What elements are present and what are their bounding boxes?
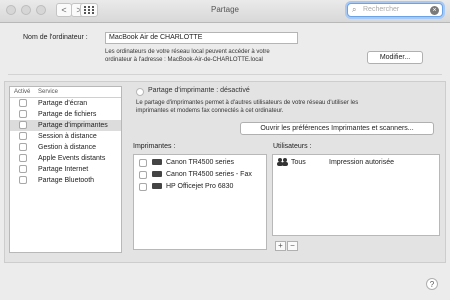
service-row-file-sharing[interactable]: Partage de fichiers [10, 109, 121, 120]
header-service: Service [38, 89, 59, 95]
search-icon: ⌕ [352, 5, 357, 14]
service-row-printer-sharing[interactable]: Partage d'imprimantes [10, 120, 121, 131]
service-row-remote-apple-events[interactable]: Apple Events distants [10, 153, 121, 164]
service-checkbox[interactable] [19, 143, 27, 151]
service-label: Partage d'imprimantes [38, 122, 108, 129]
info-line-1: Les ordinateurs de votre réseau local pe… [105, 49, 270, 55]
open-printers-prefs-button[interactable]: Ouvrir les préférences Imprimantes et sc… [240, 122, 434, 135]
printer-checkbox[interactable] [139, 171, 147, 179]
window-title: Partage [210, 5, 240, 14]
fax-icon [152, 171, 162, 177]
printer-checkbox[interactable] [139, 183, 147, 191]
info-line-2: ordinateur à l'adresse : MacBook-Air-de-… [105, 57, 263, 63]
service-checkbox[interactable] [19, 176, 27, 184]
printer-row[interactable]: Canon TR4500 series - Fax [134, 169, 266, 181]
computer-name-input[interactable]: MacBook Air de CHARLOTTE [105, 32, 298, 44]
service-checkbox[interactable] [19, 110, 27, 118]
divider [8, 74, 442, 75]
printer-checkbox[interactable] [139, 159, 147, 167]
desc-line-2: imprimantes et modems fax connectés à ce… [136, 108, 284, 114]
service-label: Gestion à distance [38, 144, 96, 151]
user-name: Tous [291, 159, 306, 166]
service-row-internet-sharing[interactable]: Partage Internet [10, 164, 121, 175]
service-label: Session à distance [38, 133, 97, 140]
grid-icon [84, 6, 94, 14]
printer-sharing-description: Le partage d'imprimantes permet à d'autr… [136, 99, 406, 115]
service-label: Partage Bluetooth [38, 177, 95, 184]
printer-name: HP Officejet Pro 6830 [166, 183, 234, 190]
printer-sharing-status: Partage d'imprimante : désactivé [148, 87, 250, 94]
search-field[interactable]: ⌕ Rechercher × [347, 3, 443, 17]
service-row-bluetooth-sharing[interactable]: Partage Bluetooth [10, 175, 121, 186]
computer-name-label: Nom de l'ordinateur : [23, 34, 88, 41]
service-list: Activé Service Partage d'écran Partage d… [9, 86, 122, 253]
modify-button[interactable]: Modifier... [367, 51, 423, 64]
service-checkbox[interactable] [19, 121, 27, 129]
service-checkbox[interactable] [19, 165, 27, 173]
printers-label: Imprimantes : [133, 143, 176, 150]
printer-icon [152, 159, 162, 165]
zoom-button[interactable] [36, 5, 46, 15]
service-checkbox[interactable] [19, 154, 27, 162]
search-placeholder: Rechercher [363, 6, 400, 13]
users-icon [277, 158, 288, 166]
service-label: Partage Internet [38, 166, 89, 173]
printer-icon [152, 183, 162, 189]
title-bar: < > Partage ⌕ Rechercher × [0, 0, 450, 23]
printer-name: Canon TR4500 series [166, 159, 234, 166]
printer-row[interactable]: HP Officejet Pro 6830 [134, 181, 266, 193]
printers-table: Canon TR4500 series Canon TR4500 series … [133, 154, 267, 250]
service-checkbox[interactable] [19, 132, 27, 140]
service-checkbox[interactable] [19, 99, 27, 107]
network-address-info: Les ordinateurs de votre réseau local pe… [105, 48, 345, 64]
minimize-button[interactable] [21, 5, 31, 15]
printer-row[interactable]: Canon TR4500 series [134, 157, 266, 169]
printer-name: Canon TR4500 series - Fax [166, 171, 252, 178]
service-list-header: Activé Service [10, 87, 121, 98]
help-button[interactable]: ? [426, 278, 438, 290]
remove-user-button[interactable]: − [287, 241, 298, 251]
service-row-screen-sharing[interactable]: Partage d'écran [10, 98, 121, 109]
clear-search-icon[interactable]: × [430, 6, 439, 15]
service-label: Partage de fichiers [38, 111, 97, 118]
back-button[interactable]: < [56, 3, 72, 17]
add-user-button[interactable]: + [275, 241, 286, 251]
desc-line-1: Le partage d'imprimantes permet à d'autr… [136, 100, 359, 106]
service-label: Apple Events distants [38, 155, 106, 162]
users-table: Tous Impression autorisée [272, 154, 440, 236]
service-row-remote-management[interactable]: Gestion à distance [10, 142, 121, 153]
users-label: Utilisateurs : [273, 143, 312, 150]
show-all-button[interactable] [80, 3, 98, 17]
header-active: Activé [14, 89, 31, 95]
sharing-window: < > Partage ⌕ Rechercher × Nom de l'ordi… [0, 0, 450, 300]
service-row-remote-login[interactable]: Session à distance [10, 131, 121, 142]
status-indicator [136, 88, 144, 96]
close-button[interactable] [6, 5, 16, 15]
user-permission[interactable]: Impression autorisée [329, 159, 394, 166]
user-row[interactable]: Tous Impression autorisée [273, 157, 439, 169]
service-label: Partage d'écran [38, 100, 88, 107]
